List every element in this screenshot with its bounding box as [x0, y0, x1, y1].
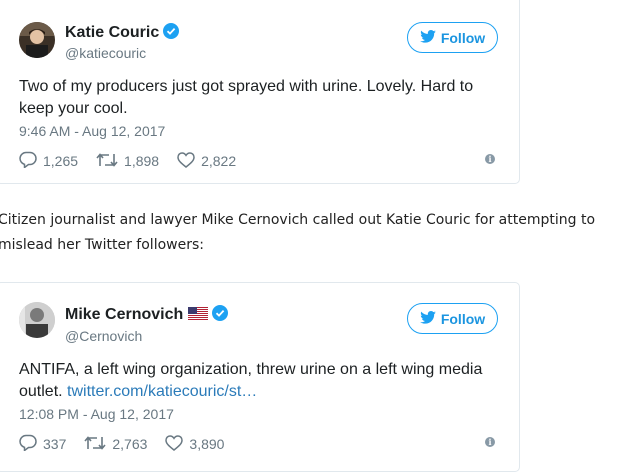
- tweet-link[interactable]: twitter.com/katiecouric/st…: [67, 383, 257, 400]
- follow-button[interactable]: Follow: [407, 303, 498, 334]
- timestamp[interactable]: 12:08 PM - Aug 12, 2017: [19, 406, 174, 422]
- author-name[interactable]: Mike Cernovich: [65, 305, 229, 326]
- reply-count: 337: [43, 436, 67, 452]
- tweet-text: ANTIFA, a left wing organization, threw …: [19, 361, 483, 400]
- retweet-button[interactable]: 2,763: [84, 435, 147, 454]
- twitter-bird-icon: [420, 29, 436, 46]
- info-icon[interactable]: i: [485, 154, 495, 164]
- like-count: 2,822: [201, 153, 237, 169]
- info-icon[interactable]: i: [485, 437, 495, 447]
- avatar[interactable]: [19, 302, 55, 338]
- tweet-text: Two of my producers just got sprayed wit…: [19, 78, 474, 117]
- avatar[interactable]: [19, 22, 55, 58]
- action-bar: 337 2,763 3,890: [19, 434, 242, 454]
- like-button[interactable]: 3,890: [165, 434, 225, 454]
- heart-icon: [165, 434, 184, 454]
- reply-icon: [19, 151, 37, 171]
- retweet-icon: [84, 435, 106, 454]
- retweet-icon: [96, 152, 118, 171]
- retweet-button[interactable]: 1,898: [96, 152, 159, 171]
- author-handle[interactable]: @Cernovich: [65, 328, 142, 344]
- verified-badge-icon: [212, 305, 229, 326]
- heart-icon: [177, 151, 195, 171]
- reply-icon: [19, 434, 37, 454]
- twitter-bird-icon: [420, 310, 436, 327]
- article-paragraph: Citizen journalist and lawyer Mike Cerno…: [0, 212, 596, 253]
- author-name[interactable]: Katie Couric: [65, 23, 180, 44]
- like-count: 3,890: [189, 436, 225, 452]
- reply-button[interactable]: 337: [19, 434, 66, 454]
- retweet-count: 2,763: [112, 436, 148, 452]
- us-flag-icon: [188, 307, 209, 325]
- reply-count: 1,265: [43, 153, 79, 169]
- timestamp[interactable]: 9:46 AM - Aug 12, 2017: [19, 123, 165, 139]
- retweet-count: 1,898: [124, 153, 160, 169]
- follow-label: Follow: [440, 29, 486, 46]
- reply-button[interactable]: 1,265: [19, 151, 78, 171]
- verified-badge-icon: [163, 23, 180, 44]
- tweet-card-katie-couric[interactable]: Katie Couric @katiecouric Follow Two of …: [0, 0, 520, 184]
- like-button[interactable]: 2,822: [177, 151, 237, 171]
- action-bar: 1,265 1,898 2,822: [19, 151, 254, 171]
- tweet-card-mike-cernovich[interactable]: Mike Cernovich @Cernovich Follow ANTIFA,…: [0, 282, 520, 472]
- follow-button[interactable]: Follow: [407, 22, 498, 53]
- follow-label: Follow: [440, 310, 486, 327]
- author-handle[interactable]: @katiecouric: [65, 45, 146, 61]
